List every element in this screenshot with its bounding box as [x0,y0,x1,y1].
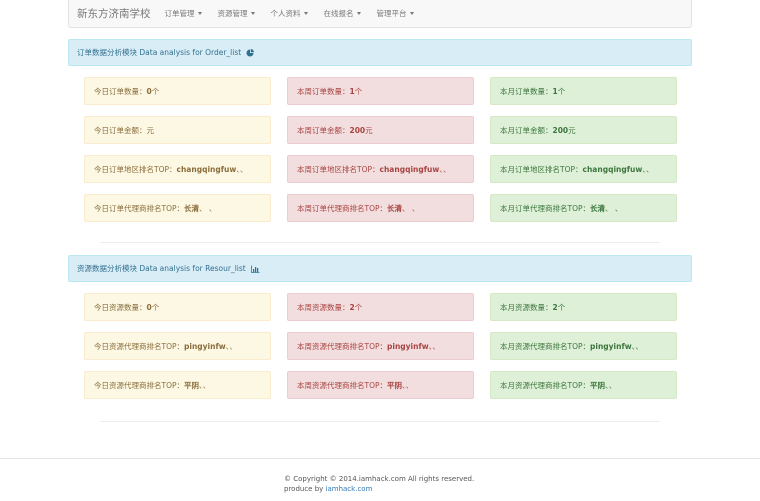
today-resource-agent-top: 今日资源代理商排名TOP： pingyinfw 、、 [84,332,271,360]
order-analysis-title: 订单数据分析模块 Data analysis for Order_list [77,48,242,57]
month-resource-agent-top: 本月资源代理商排名TOP： pingyinfw 、、 [490,332,677,360]
caret-down-icon [409,12,414,15]
nav-online-registration[interactable]: 在线报名 [324,8,361,19]
month-order-count: 本月订单数量： 1 个 [490,77,677,105]
section-divider [100,421,660,422]
week-order-amount: 本周订单金额： 200 元 [287,116,474,144]
footer: © Copyright © 2014.iamhack.com All right… [284,474,474,494]
resource-analysis-title: 资源数据分析模块 Data analysis for Resour_list [77,264,246,273]
week-order-region-top: 本周订单地区排名TOP： changqingfuw 、、 [287,155,474,183]
month-resource-count: 本月资源数量： 2 个 [490,293,677,321]
brand-logo[interactable]: 新东方济南学校 [77,6,151,21]
today-order-region-top: 今日订单地区排名TOP： changqingfuw 、、 [84,155,271,183]
footer-divider [0,458,760,459]
week-order-agent-top: 本周订单代理商排名TOP： 长清、 、 [287,194,474,222]
produce-by-link[interactable]: iamhack.com [326,485,373,493]
week-resource-agent-top: 本周资源代理商排名TOP： pingyinfw 、、 [287,332,474,360]
today-resource-agent-top-2: 今日资源代理商排名TOP： 平阴 、、 [84,371,271,399]
top-navbar: 新东方济南学校 订单管理 资源管理 个人资料 在线报名 管理平台 [68,0,692,28]
section-divider [100,242,660,243]
today-order-count: 今日订单数量： 0 个 [84,77,271,105]
resource-analysis-header: 资源数据分析模块 Data analysis for Resour_list [68,255,692,282]
pie-chart-icon [246,48,255,57]
bar-chart-icon [250,265,260,273]
caret-down-icon [250,12,255,15]
nav-profile[interactable]: 个人资料 [271,8,308,19]
week-order-count: 本周订单数量： 1 个 [287,77,474,105]
caret-down-icon [356,12,361,15]
produce-by: produce by iamhack.com [284,485,373,493]
caret-down-icon [303,12,308,15]
today-order-amount: 今日订单金额： 元 [84,116,271,144]
nav-order-management[interactable]: 订单管理 [165,8,202,19]
month-order-region-top: 本月订单地区排名TOP： changqingfuw 、、 [490,155,677,183]
today-resource-count: 今日资源数量： 0 个 [84,293,271,321]
today-order-agent-top: 今日订单代理商排名TOP： 长清、 、 [84,194,271,222]
nav-resource-management[interactable]: 资源管理 [218,8,255,19]
month-order-agent-top: 本月订单代理商排名TOP： 长清、 、 [490,194,677,222]
order-analysis-header: 订单数据分析模块 Data analysis for Order_list [68,39,692,66]
week-resource-agent-top-2: 本周资源代理商排名TOP： 平阴 、、 [287,371,474,399]
month-order-amount: 本月订单金额： 200 元 [490,116,677,144]
caret-down-icon [197,12,202,15]
week-resource-count: 本周资源数量： 2 个 [287,293,474,321]
copyright-text: © Copyright © 2014.iamhack.com All right… [284,475,475,483]
nav-admin-platform[interactable]: 管理平台 [377,8,414,19]
month-resource-agent-top-2: 本月资源代理商排名TOP： 平阴 、、 [490,371,677,399]
